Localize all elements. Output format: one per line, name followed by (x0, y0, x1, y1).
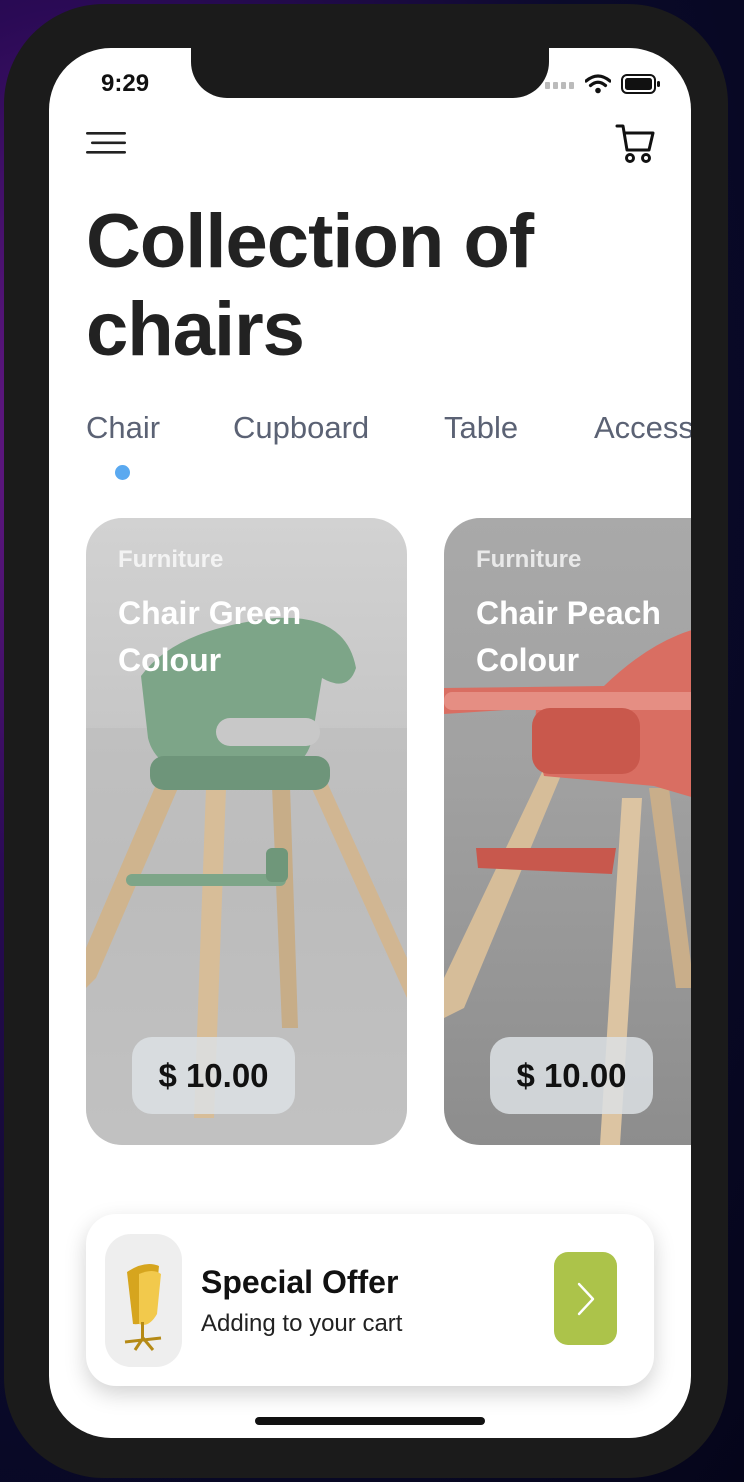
app-screen: 9:29 Collection of chairs Chair Cupboard… (49, 48, 691, 1438)
product-category: Furniture (476, 546, 582, 573)
chevron-right-icon (577, 1282, 594, 1315)
offer-subtitle: Adding to your cart (201, 1310, 403, 1337)
gold-chair-icon (124, 1264, 162, 1351)
phone-frame: 9:29 Collection of chairs Chair Cupboard… (4, 4, 728, 1478)
price-badge: $ 10.00 (490, 1037, 653, 1114)
wifi-icon (585, 74, 611, 94)
tab-access[interactable]: Access (594, 410, 691, 446)
offer-thumbnail (105, 1234, 182, 1367)
notch (191, 48, 549, 98)
cart-icon[interactable] (615, 122, 655, 164)
tab-table[interactable]: Table (444, 410, 518, 446)
product-category: Furniture (118, 546, 224, 573)
status-icons (545, 74, 661, 94)
home-indicator[interactable] (255, 1417, 485, 1425)
product-name: Chair Peach Colour (476, 595, 661, 678)
status-time: 9:29 (101, 70, 150, 97)
battery-icon (621, 74, 660, 94)
active-tab-indicator (115, 465, 130, 480)
page-title: Collection of chairs (86, 199, 534, 372)
tab-cupboard[interactable]: Cupboard (233, 410, 369, 446)
menu-icon[interactable] (86, 132, 126, 154)
tab-chair[interactable]: Chair (86, 410, 160, 446)
product-name: Chair Green Colour (118, 595, 302, 678)
price-badge: $ 10.00 (132, 1037, 295, 1114)
offer-title: Special Offer (201, 1264, 399, 1300)
product-card[interactable]: Furniture Chair Green Colour $ 10.00 (86, 518, 407, 1145)
category-tabs: Chair Cupboard Table Access (86, 410, 691, 470)
product-card[interactable]: Furniture Chair Peach Colour $ 10.00 (444, 518, 691, 1145)
special-offer-card[interactable]: Special Offer Adding to your cart (86, 1214, 654, 1386)
signal-icon (545, 82, 574, 89)
offer-next-button[interactable] (554, 1252, 617, 1345)
